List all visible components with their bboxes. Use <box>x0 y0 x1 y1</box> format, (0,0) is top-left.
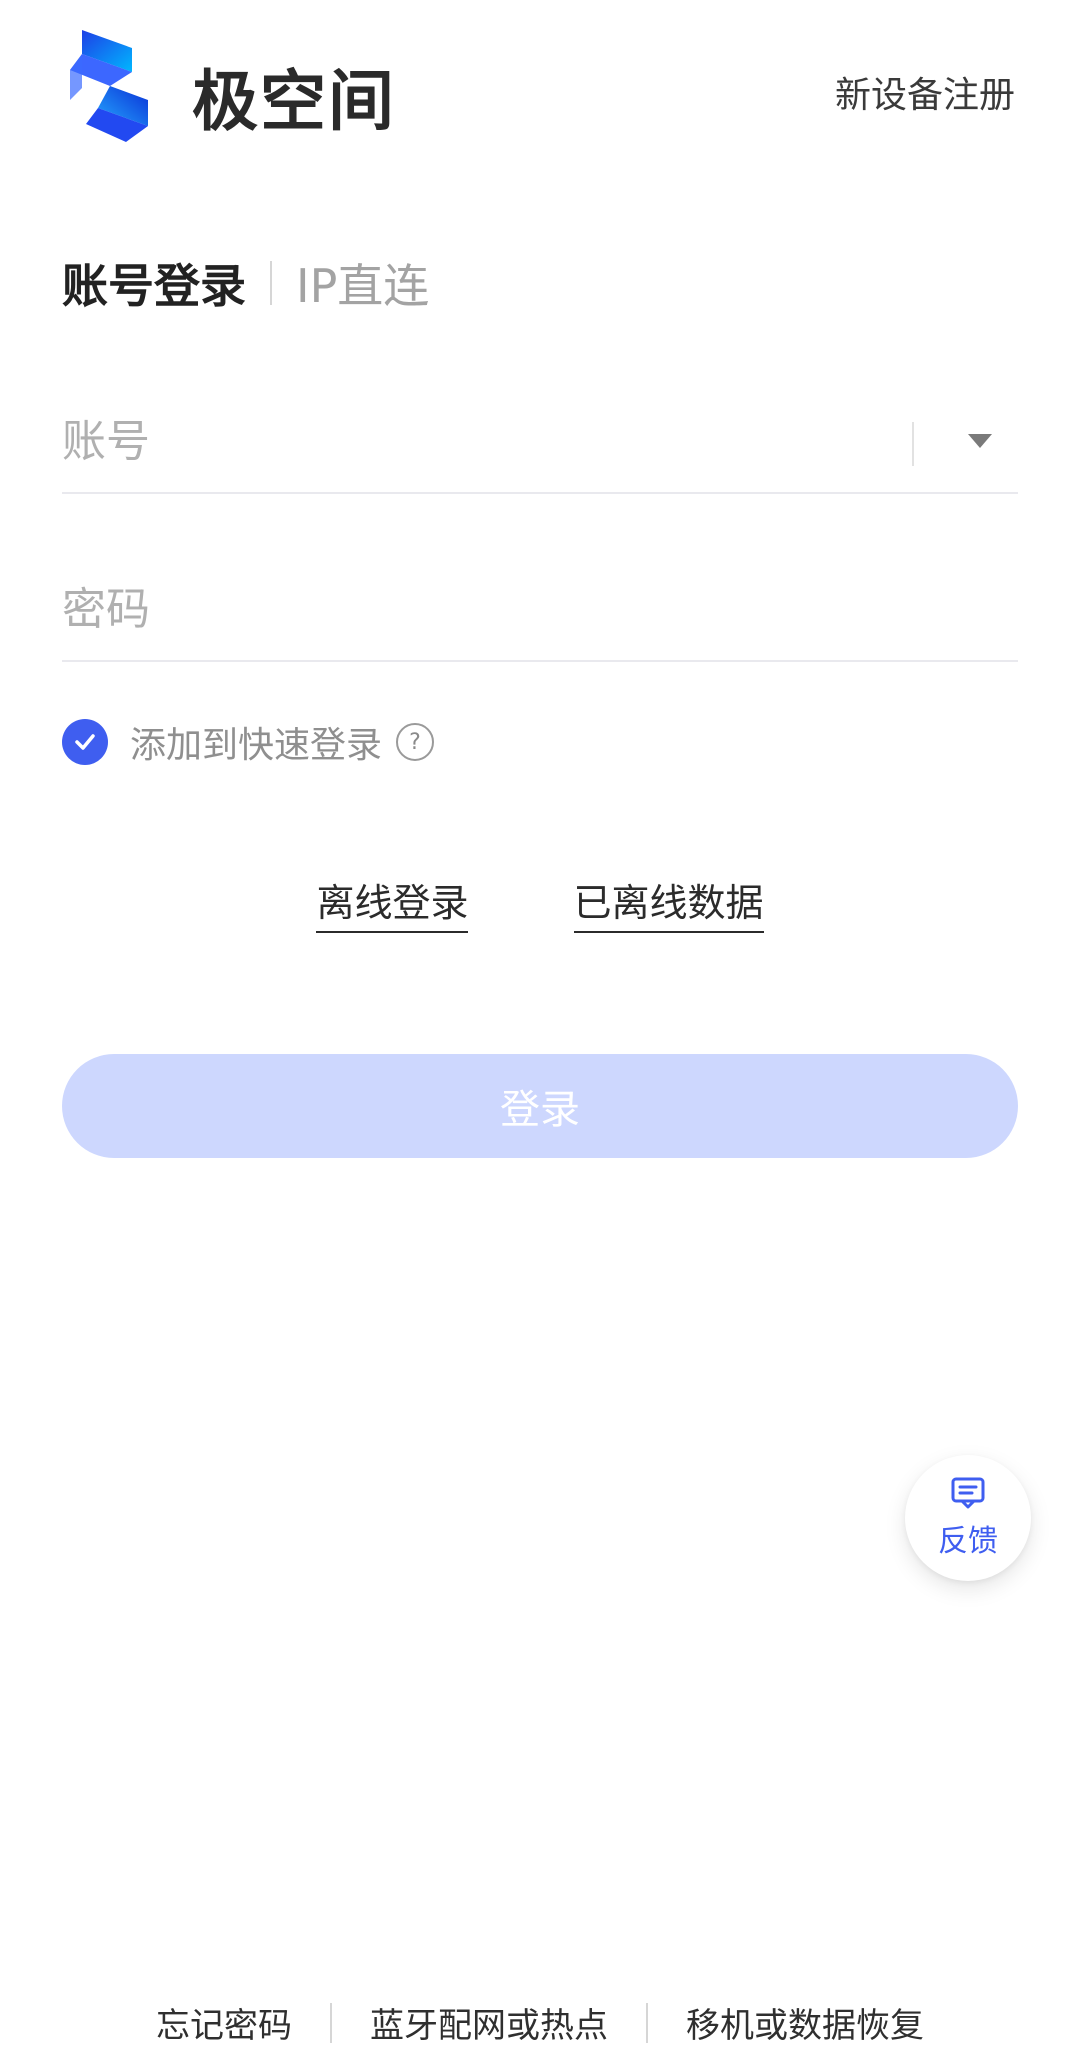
footer-divider <box>330 2002 332 2043</box>
message-square-icon <box>951 1477 985 1509</box>
tab-divider <box>270 261 272 305</box>
password-input[interactable] <box>62 574 922 644</box>
password-field <box>62 560 1018 662</box>
login-button-label: 登录 <box>500 1087 580 1133</box>
feedback-button[interactable]: 反馈 <box>905 1455 1031 1581</box>
footer-links: 忘记密码 蓝牙配网或热点 移机或数据恢复 <box>0 1998 1080 2047</box>
brand-logo-icon <box>70 30 160 142</box>
tab-ip-direct[interactable]: IP直连 <box>296 250 429 316</box>
migration-recovery-link[interactable]: 移机或数据恢复 <box>686 1998 924 2047</box>
quick-login-row: 添加到快速登录 ? <box>62 716 435 768</box>
check-icon <box>75 734 95 750</box>
feedback-label: 反馈 <box>938 1524 998 1559</box>
account-dropdown-divider <box>912 422 914 466</box>
account-input[interactable] <box>62 406 922 476</box>
new-device-register-link[interactable]: 新设备注册 <box>835 66 1015 118</box>
bluetooth-network-link[interactable]: 蓝牙配网或热点 <box>370 1998 608 2047</box>
offline-login-link[interactable]: 离线登录 <box>316 872 469 933</box>
quick-login-checkbox[interactable] <box>62 719 108 765</box>
offline-data-link[interactable]: 已离线数据 <box>573 872 764 933</box>
account-field <box>62 392 1018 494</box>
question-circle-icon[interactable]: ? <box>396 723 435 761</box>
login-tabs: 账号登录 IP直连 <box>62 250 429 316</box>
brand-title: 极空间 <box>192 63 396 140</box>
chevron-down-icon[interactable] <box>968 434 992 448</box>
login-screen: 极空间 新设备注册 账号登录 IP直连 添加到快速登录 ? 离线登录 已离线数据… <box>0 0 1080 2062</box>
offline-links: 离线登录 已离线数据 <box>0 872 1080 933</box>
forgot-password-link[interactable]: 忘记密码 <box>156 1998 292 2047</box>
login-button[interactable]: 登录 <box>62 1054 1018 1158</box>
quick-login-label: 添加到快速登录 <box>130 725 383 766</box>
footer-divider <box>646 2002 648 2043</box>
tab-account-login[interactable]: 账号登录 <box>62 250 246 316</box>
